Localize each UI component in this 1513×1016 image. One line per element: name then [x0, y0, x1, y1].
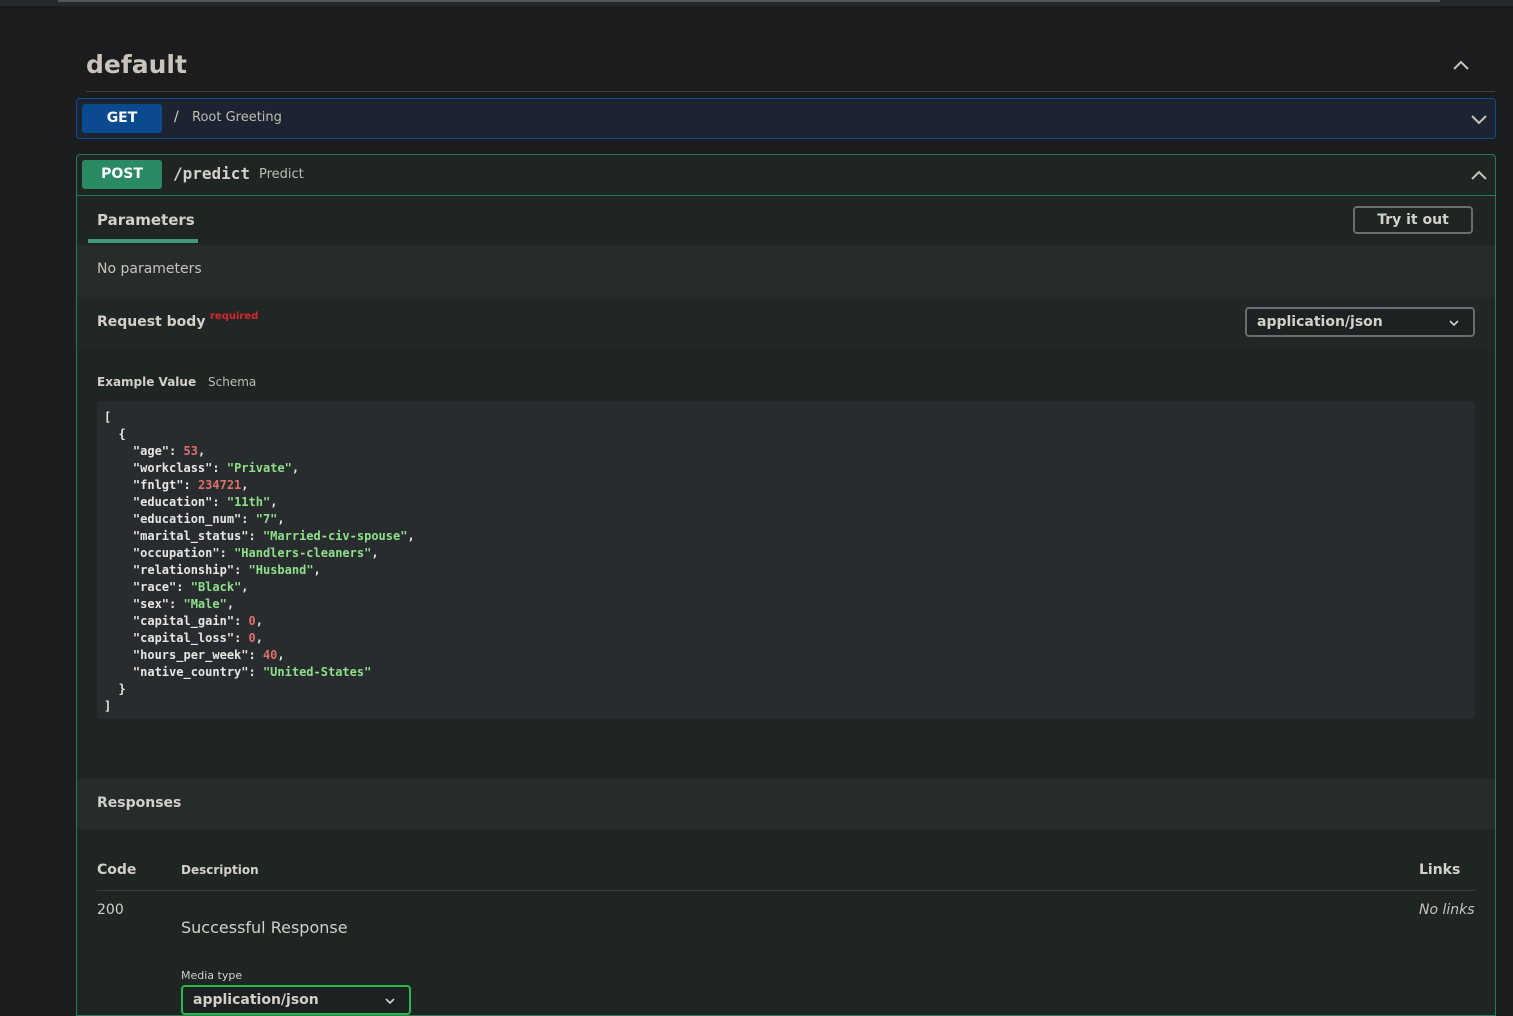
section-divider — [86, 91, 1495, 92]
content-type-value: application/json — [1257, 314, 1383, 330]
code-line: "relationship": "Husband", — [132, 563, 321, 577]
chevron-up-icon[interactable] — [1452, 58, 1470, 72]
code-line: "sex": "Male", — [132, 597, 235, 611]
method-badge-post: POST — [82, 160, 162, 189]
code-line: { — [104, 427, 126, 441]
code-line: ] — [104, 699, 112, 713]
chevron-down-icon[interactable] — [1470, 112, 1488, 126]
content-type-select[interactable]: application/json — [1245, 307, 1475, 337]
code-line: "capital_loss": 0, — [132, 631, 263, 645]
response-code: 200 — [97, 902, 124, 918]
media-type-label: Media type — [181, 969, 243, 982]
response-description: Successful Response — [181, 918, 348, 937]
responses-divider — [97, 890, 1475, 891]
schema-tab[interactable]: Schema — [208, 375, 256, 389]
response-links: No links — [1419, 902, 1475, 918]
media-type-value: application/json — [193, 992, 319, 1008]
code-line: "capital_gain": 0, — [132, 614, 263, 628]
operation-summary: Root Greeting — [192, 110, 282, 125]
operation-post-predict: POST /predict Predict Parameters Try it … — [76, 154, 1496, 1016]
column-header-description: Description — [181, 863, 259, 877]
operation-summary: Predict — [259, 167, 304, 182]
chevron-down-icon — [1449, 320, 1459, 327]
no-parameters-text: No parameters — [97, 261, 202, 277]
request-body-label: Request body — [97, 314, 206, 330]
horizontal-scrollbar[interactable] — [58, 0, 1440, 2]
example-value-tab[interactable]: Example Value — [97, 375, 196, 389]
responses-title: Responses — [97, 795, 182, 811]
code-line: "workclass": "Private", — [132, 461, 300, 475]
try-it-out-button[interactable]: Try it out — [1353, 206, 1473, 234]
code-line: "hours_per_week": 40, — [132, 648, 285, 662]
responses-band — [77, 779, 1495, 829]
code-line: "education": "11th", — [132, 495, 278, 509]
tab-parameters[interactable]: Parameters — [97, 211, 195, 229]
required-label: required — [210, 311, 259, 322]
operation-path: / — [174, 109, 179, 125]
code-line: "education_num": "7", — [132, 512, 285, 526]
code-line: "fnlgt": 234721, — [132, 478, 249, 492]
operation-path: /predict — [173, 164, 251, 183]
tab-active-indicator — [88, 239, 198, 243]
code-line: "native_country": "United-States" — [132, 665, 372, 679]
code-line: [ — [104, 410, 112, 424]
method-badge-get: GET — [82, 104, 162, 133]
code-line: "race": "Black", — [132, 580, 249, 594]
parameters-band — [77, 245, 1495, 297]
operation-get-root[interactable]: GET / Root Greeting — [76, 98, 1496, 139]
top-bar — [0, 0, 1513, 6]
media-type-select[interactable]: application/json — [181, 985, 411, 1015]
section-title: default — [86, 50, 187, 79]
chevron-down-icon — [385, 998, 395, 1005]
chevron-up-icon[interactable] — [1470, 168, 1488, 182]
code-line: "marital_status": "Married-civ-spouse", — [132, 529, 415, 543]
code-line: } — [104, 682, 126, 696]
column-header-code: Code — [97, 862, 137, 878]
json-example: [ { "age": 53, "workclass": "Private", "… — [104, 409, 415, 715]
column-header-links: Links — [1419, 862, 1461, 878]
operation-header[interactable]: POST /predict Predict — [77, 155, 1495, 196]
code-line: "age": 53, — [132, 444, 206, 458]
code-line: "occupation": "Handlers-cleaners", — [132, 546, 379, 560]
example-value-code: [ { "age": 53, "workclass": "Private", "… — [97, 401, 1475, 719]
